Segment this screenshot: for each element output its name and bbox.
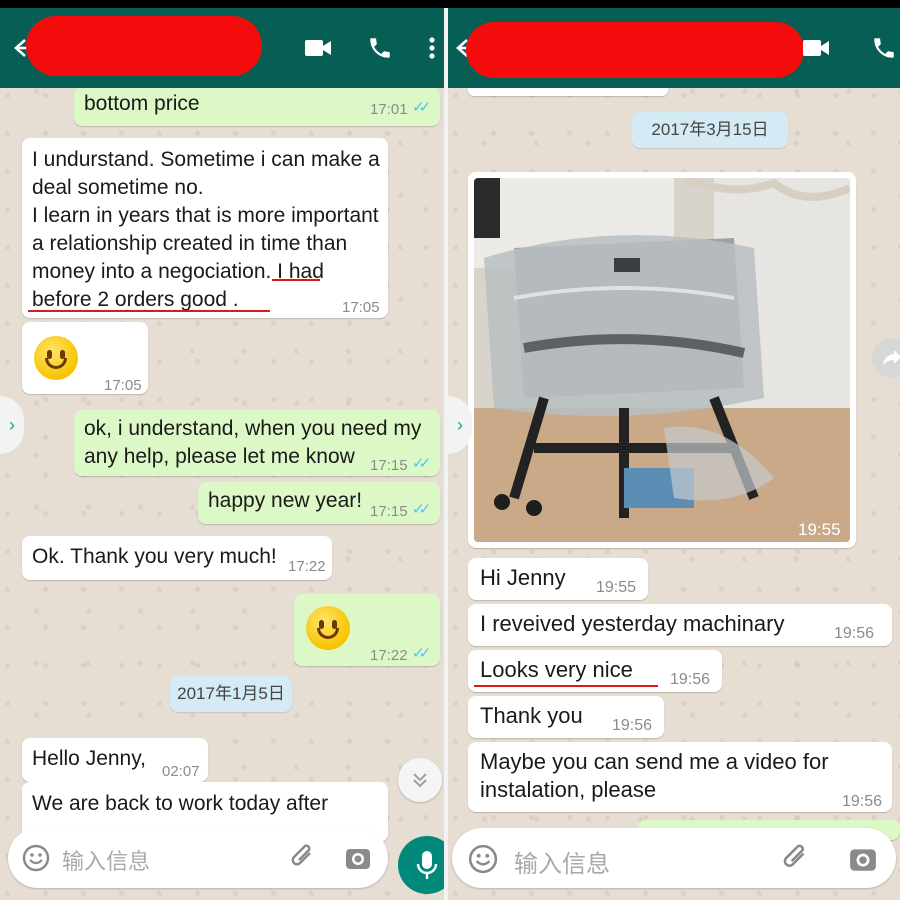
slightly-smiling-face-icon [34,336,78,380]
message-line: ok, i understand, when you need my [84,417,422,440]
camera-icon[interactable] [344,844,372,872]
message-bubble-outgoing[interactable]: ok, i understand, when you need my any h… [74,410,440,476]
message-time: 19:56 [834,625,875,642]
message-input-bar[interactable]: 输入信息 [8,828,388,888]
more-options-icon[interactable] [414,30,444,66]
redacted-contact-name[interactable] [466,22,804,78]
message-input-bar[interactable]: 输入信息 [452,828,896,888]
message-input-placeholder[interactable]: 输入信息 [514,844,610,879]
message-line: money into a negociation. I had [32,260,324,283]
message-bubble-incoming[interactable]: Thank you 19:56 [468,696,664,738]
attach-paperclip-icon[interactable] [782,844,812,874]
message-line: I learn in years that is more important [32,204,379,227]
message-line: Maybe you can send me a video for [480,749,829,774]
attach-paperclip-icon[interactable] [290,844,318,872]
message-time: 19:55 [596,579,637,596]
message-time: 17:22 [370,647,408,664]
voice-call-icon[interactable] [866,30,900,66]
message-time: 17:22 [288,558,326,575]
smiling-face-icon [306,606,350,650]
message-text: Hello Jenny, [32,747,147,770]
message-bubble-incoming[interactable]: Hi Jenny 19:55 [468,558,648,600]
message-time: 17:05 [104,377,142,394]
message-time: 17:01 [370,101,408,118]
message-line: a relationship created in time than [32,232,348,255]
message-text: We are back to work today after [32,792,329,815]
message-text: Looks very nice [480,657,633,682]
video-call-icon[interactable] [798,30,834,66]
redacted-contact-name[interactable] [26,16,262,76]
status-bar [0,0,900,8]
forward-arrow-icon [883,350,900,366]
date-chip: 2017年1月5日 [170,676,292,712]
message-text: Ok. Thank you very much! [32,545,277,568]
message-text: I reveived yesterday machinary [480,611,785,636]
message-time: 17:15 [370,457,408,474]
message-line: deal sometime no. [32,176,204,199]
double-chevron-down-icon [413,773,427,788]
chat-panel-right: 2017年3月15日 19:55 › Hi Jenny 19:55 I reve… [448,8,900,900]
read-ticks-icon: ✓✓ [412,99,431,116]
message-text: bottom price [84,92,200,115]
read-ticks-icon: ✓✓ [412,455,431,472]
red-underline-annotation [474,685,658,687]
message-bubble-incoming[interactable]: Maybe you can send me a video for instal… [468,742,892,812]
message-bubble-outgoing[interactable]: bottom price 17:01 ✓✓ [74,88,440,126]
message-bubble-incoming[interactable]: Ok. Thank you very much! 17:22 [22,536,332,580]
voice-call-icon[interactable] [362,30,398,66]
message-line: I undurstand. Sometime i can make a [32,148,380,171]
date-chip: 2017年3月15日 [632,112,788,148]
message-bubble-incoming[interactable]: Hello Jenny, 02:07 [22,738,208,782]
message-time: 17:05 [342,299,380,316]
chat-header [448,8,900,88]
message-input-placeholder[interactable]: 输入信息 [62,844,150,876]
message-text: happy new year! [208,489,363,512]
message-text: Thank you [480,703,583,728]
video-call-icon[interactable] [300,30,336,66]
message-bubble-incoming-cut [468,88,668,96]
message-time: 19:56 [670,671,711,688]
red-underline-annotation [272,279,320,281]
read-ticks-icon: ✓✓ [412,501,431,518]
microphone-icon [416,851,438,879]
message-bubble-incoming[interactable]: I reveived yesterday machinary 19:56 [468,604,892,646]
read-ticks-icon: ✓✓ [412,645,431,662]
message-bubble-incoming[interactable]: 17:05 [22,322,148,394]
message-bubble-outgoing[interactable]: happy new year! 17:15 ✓✓ [198,482,440,524]
camera-icon[interactable] [848,844,878,874]
message-time: 17:15 [370,503,408,520]
chat-panel-left: bottom price 17:01 ✓✓ I undurstand. Some… [0,8,444,900]
red-underline-annotation [28,310,270,312]
message-line: instalation, please [480,777,657,802]
emoji-icon[interactable] [22,844,50,872]
message-time: 19:56 [612,717,653,734]
message-bubble-incoming[interactable]: I undurstand. Sometime i can make a deal… [22,138,388,318]
chat-header [0,8,444,88]
scroll-to-bottom-button[interactable] [398,758,442,802]
machine-photo[interactable] [474,178,850,542]
emoji-icon[interactable] [468,844,498,874]
chevron-right-icon: › [9,414,15,435]
chevron-right-icon: › [457,414,463,435]
photo-time: 19:55 [798,520,841,539]
message-text: Hi Jenny [480,565,566,590]
message-bubble-outgoing[interactable]: 17:22 ✓✓ [294,594,440,666]
photo-message-bubble[interactable]: 19:55 [468,172,856,548]
message-time: 19:56 [842,793,883,810]
